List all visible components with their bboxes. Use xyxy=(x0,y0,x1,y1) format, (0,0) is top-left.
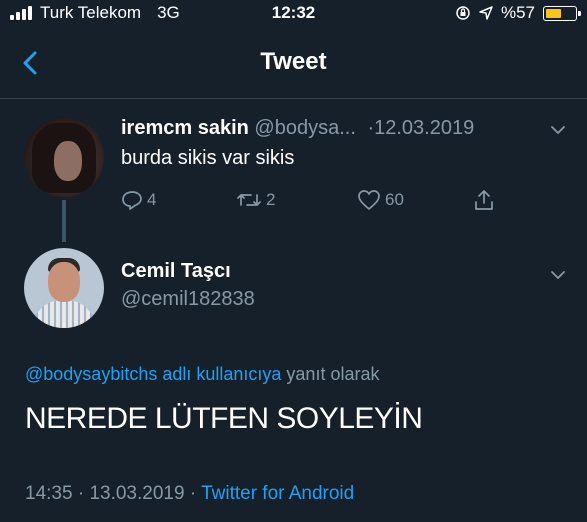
replying-to-link[interactable]: @bodysaybitchs adlı kullanıcıya xyxy=(25,364,281,384)
tweet-date: 12.03.2019 xyxy=(374,117,475,139)
rotation-lock-icon xyxy=(456,6,470,20)
retweet-action[interactable]: 2 xyxy=(236,189,275,211)
replying-to-suffix: yanıt olarak xyxy=(286,364,380,384)
tweet-actions: 4 2 60 xyxy=(121,189,521,213)
tweet-header: iremcm sakin @bodysa... ·12.03.2019 xyxy=(121,117,474,140)
status-right: %57 xyxy=(455,3,581,23)
tweet-text: burda sikis var sikis xyxy=(121,147,295,169)
author-handle[interactable]: @cemil182838 xyxy=(121,288,255,311)
avatar[interactable] xyxy=(24,117,104,197)
avatar[interactable] xyxy=(24,248,104,328)
share-action[interactable] xyxy=(473,189,495,211)
location-icon xyxy=(479,6,493,20)
retweet-count: 2 xyxy=(266,190,276,209)
meta-separator: · xyxy=(189,483,197,504)
reply-icon xyxy=(122,191,142,210)
tweet-time: 14:35 xyxy=(25,483,73,504)
heart-icon xyxy=(358,190,380,210)
page-title: Tweet xyxy=(260,48,327,75)
tweet-source-link[interactable]: Twitter for Android xyxy=(201,483,354,504)
author-name[interactable]: Cemil Taşcı xyxy=(121,260,231,283)
status-bar: Turk Telekom 3G 12:32 %57 xyxy=(0,0,587,28)
thread-connector xyxy=(62,200,66,242)
author-name[interactable]: iremcm sakin xyxy=(121,117,249,139)
like-action[interactable]: 60 xyxy=(357,189,404,211)
battery-icon xyxy=(543,5,581,21)
retweet-icon xyxy=(237,194,261,206)
author-handle[interactable]: @bodysa... xyxy=(254,117,355,139)
nav-bar: Tweet xyxy=(0,28,587,99)
reply-count: 4 xyxy=(147,190,157,209)
share-icon xyxy=(475,190,493,210)
battery-percent: %57 xyxy=(500,3,535,22)
reply-action[interactable]: 4 xyxy=(121,189,156,211)
tweet-meta: 14:35 · 13.03.2019 · Twitter for Android xyxy=(25,483,354,505)
tweet-text: NEREDE LÜTFEN SOYLEYİN xyxy=(25,402,423,435)
like-count: 60 xyxy=(385,190,404,209)
replying-to: @bodysaybitchs adlı kullanıcıya yanıt ol… xyxy=(25,364,379,385)
original-tweet[interactable]: iremcm sakin @bodysa... ·12.03.2019 burd… xyxy=(0,99,587,239)
battery-level xyxy=(546,8,561,18)
chevron-down-icon[interactable] xyxy=(550,122,566,138)
chevron-down-icon[interactable] xyxy=(550,267,566,283)
meta-separator: · xyxy=(77,483,85,504)
tweet-date: 13.03.2019 xyxy=(89,483,185,504)
reply-tweet: Cemil Taşcı @cemil182838 @bodysaybitchs … xyxy=(0,240,587,522)
